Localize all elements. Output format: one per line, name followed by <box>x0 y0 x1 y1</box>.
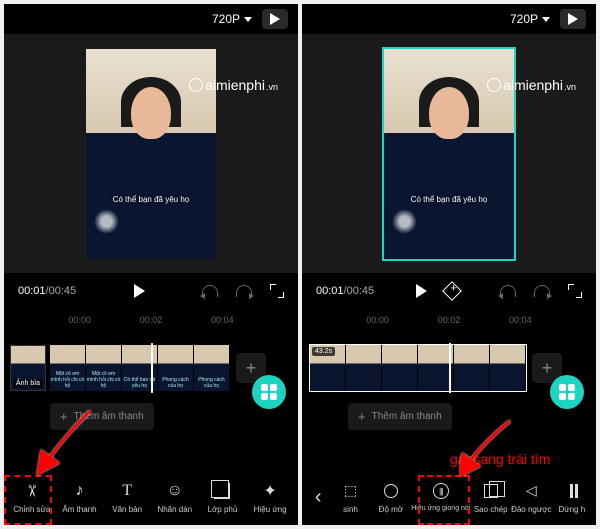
time-display: 00:01/00:45 <box>18 285 76 297</box>
tool-reverse[interactable]: Đảo ngược <box>511 481 551 514</box>
blur-icon <box>381 481 401 501</box>
effect-icon <box>260 481 280 501</box>
music-note-icon <box>69 481 89 501</box>
bottom-toolbar: sinh Độ mờ Hiệu ứng giọng nói Sao chép Đ… <box>302 469 596 525</box>
resolution-selector[interactable]: 720P <box>212 12 252 26</box>
playhead[interactable] <box>151 343 153 393</box>
export-button[interactable] <box>262 9 288 29</box>
annotation-text: gạt sang trái tìm <box>450 451 550 467</box>
timeline[interactable]: 00:00 00:02 00:04 Ảnh bìa Một cô em mình… <box>4 309 298 469</box>
preview-area[interactable]: Có thể bạn đã yêu họ aimienphi.vn <box>4 34 298 273</box>
undo-button[interactable] <box>500 285 516 297</box>
play-button[interactable] <box>416 284 427 298</box>
chevron-down-icon <box>542 17 550 22</box>
tool-voice-effect[interactable]: Hiệu ứng giọng nói <box>411 481 470 513</box>
redo-button[interactable] <box>534 285 550 297</box>
resolution-label: 720P <box>510 12 538 26</box>
tool-freeze[interactable]: Dừng h <box>552 481 592 514</box>
app-watermark: aimienphi.vn <box>487 76 576 93</box>
grid-icon <box>559 384 575 400</box>
tool-overlay[interactable]: Lớp phủ <box>202 481 242 514</box>
preview-area[interactable]: Có thể bạn đã yêu họ aimienphi.vn <box>302 34 596 273</box>
grid-view-button[interactable] <box>550 375 584 409</box>
time-ticks: 00:00 00:02 00:04 <box>4 315 298 325</box>
time-ticks: 00:00 00:02 00:04 <box>302 315 596 325</box>
clip-thumbnails-selected[interactable]: 43.2s <box>310 345 526 391</box>
text-icon <box>117 481 137 501</box>
sticker-icon <box>165 481 185 501</box>
keyframe-button[interactable] <box>442 281 462 301</box>
tool-effect[interactable]: Hiệu ứng <box>250 481 290 514</box>
top-bar: 720P <box>302 4 596 34</box>
reverse-icon <box>521 481 541 501</box>
resolution-selector[interactable]: 720P <box>510 12 550 26</box>
tool-back[interactable] <box>306 487 330 507</box>
add-audio-button[interactable]: +Thêm âm thanh <box>50 403 154 430</box>
fullscreen-button[interactable] <box>568 284 582 298</box>
playhead[interactable] <box>449 343 451 393</box>
tool-resolution[interactable]: sinh <box>331 481 371 514</box>
resolution-icon <box>341 481 361 501</box>
tool-audio[interactable]: Âm thanh <box>59 481 99 514</box>
redo-button[interactable] <box>236 285 252 297</box>
scissors-icon <box>22 481 42 501</box>
overlay-icon <box>212 481 232 501</box>
tool-copy[interactable]: Sao chép <box>471 481 511 514</box>
copy-icon <box>481 481 501 501</box>
app-watermark: aimienphi.vn <box>189 76 278 93</box>
phone-right: 720P Có thể bạn đã yêu họ aimienphi.vn 0… <box>302 4 596 525</box>
tool-text[interactable]: Văn bản <box>107 481 147 514</box>
bottom-toolbar: Chỉnh sửa Âm thanh Văn bản Nhãn dán Lớp … <box>4 469 298 525</box>
playback-controls: 00:01/00:45 <box>302 273 596 309</box>
grid-view-button[interactable] <box>252 375 286 409</box>
add-audio-button[interactable]: +Thêm âm thanh <box>348 403 452 430</box>
timeline[interactable]: 00:00 00:02 00:04 43.2s + <box>302 309 596 469</box>
fullscreen-button[interactable] <box>270 284 284 298</box>
flower-watermark <box>94 209 119 234</box>
freeze-icon <box>562 481 582 501</box>
chevron-down-icon <box>244 17 252 22</box>
grid-icon <box>261 384 277 400</box>
cover-thumbnail[interactable]: Ảnh bìa <box>10 345 46 391</box>
export-button[interactable] <box>560 9 586 29</box>
play-button[interactable] <box>134 284 145 298</box>
resolution-label: 720P <box>212 12 240 26</box>
tool-edit[interactable]: Chỉnh sửa <box>12 481 52 514</box>
video-caption: Có thể bạn đã yêu họ <box>86 195 216 204</box>
clip-duration-badge: 43.2s <box>312 347 335 356</box>
video-caption: Có thể bạn đã yêu họ <box>384 195 514 204</box>
flower-watermark <box>392 209 417 234</box>
clip-thumbnails[interactable]: Một cô em mình hỏi chị có hộ Một cô em m… <box>50 345 230 391</box>
voice-effect-icon <box>431 481 451 501</box>
undo-button[interactable] <box>202 285 218 297</box>
tool-sticker[interactable]: Nhãn dán <box>155 481 195 514</box>
phone-left: 720P Có thể bạn đã yêu họ aimienphi.vn 0… <box>4 4 298 525</box>
playback-controls: 00:01/00:45 <box>4 273 298 309</box>
tool-blur[interactable]: Độ mờ <box>371 481 411 514</box>
time-display: 00:01/00:45 <box>316 285 374 297</box>
top-bar: 720P <box>4 4 298 34</box>
back-icon <box>308 487 328 507</box>
